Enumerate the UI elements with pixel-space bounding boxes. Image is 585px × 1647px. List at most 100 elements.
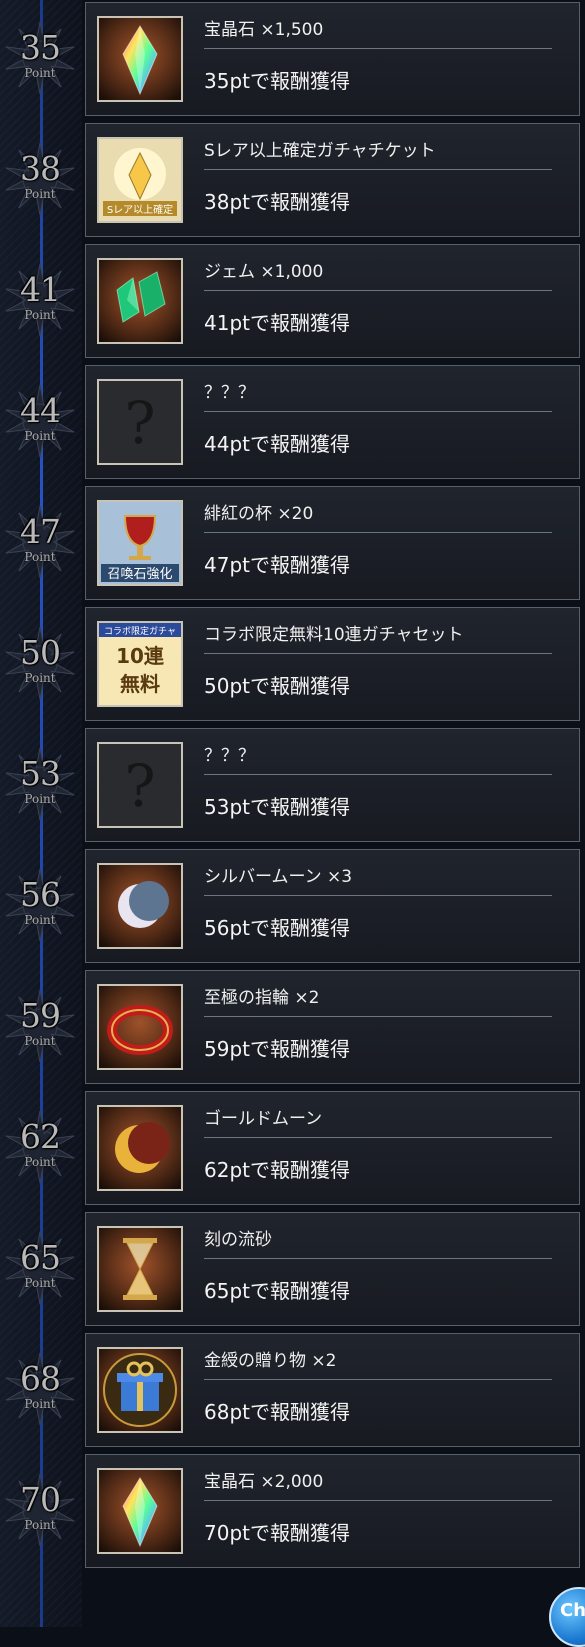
divider [204,1379,552,1380]
reward-card: 宝晶石 ×1,500 35ptで報酬獲得 [85,2,580,116]
reward-condition: 47ptで報酬獲得 [204,553,350,577]
chat-button-label: Ch [560,1600,585,1621]
reward-name: 刻の流砂 [204,1230,272,1250]
point-marker: 62 Point [4,1109,76,1189]
reward-card: ? ？？？ 53ptで報酬獲得 [85,728,580,842]
reward-thumbnail [97,258,183,344]
mystery-icon: ? [99,744,181,826]
reward-condition: 68ptで報酬獲得 [204,1400,350,1424]
point-unit-label: Point [24,1155,56,1169]
point-marker: 68 Point [4,1351,76,1431]
divider [204,1500,552,1501]
hourglass-icon [99,1228,181,1310]
reward-card: 至極の指輪 ×2 59ptで報酬獲得 [85,970,580,1084]
reward-name: コラボ限定無料10連ガチャセット [204,625,464,645]
reward-name: 宝晶石 ×1,500 [204,20,324,40]
reward-thumbnail: Sレア以上確定 [97,137,183,223]
divider [204,895,552,896]
divider [204,290,552,291]
reward-card: 召喚石強化 緋紅の杯 ×20 47ptで報酬獲得 [85,486,580,600]
reward-thumbnail: コラボ限定ガチャ 10連 無料 [97,621,183,707]
point-number: 68 [20,1359,61,1398]
crystal-icon [99,1470,181,1552]
reward-card: ? ？？？ 44ptで報酬獲得 [85,365,580,479]
point-unit-label: Point [24,429,56,443]
reward-row: 41 Point ジェム ×1,000 41ptで報酬獲得 [0,242,585,360]
point-number: 65 [20,1238,61,1277]
silver-moon-icon [99,865,181,947]
reward-name: 至極の指輪 ×2 [204,988,320,1008]
point-marker: 41 Point [4,262,76,342]
point-marker: 59 Point [4,988,76,1068]
gift-box-icon [99,1349,181,1431]
divider [204,411,552,412]
point-unit-label: Point [24,66,56,80]
crimson-chalice-icon: 召喚石強化 [99,502,181,584]
point-unit-label: Point [24,913,56,927]
s-rare-ticket-icon: Sレア以上確定 [99,139,181,221]
divider [204,532,552,533]
reward-thumbnail [97,863,183,949]
reward-name: 金綬の贈り物 ×2 [204,1351,337,1371]
reward-name: ？？？ [204,746,255,766]
reward-name: ゴールドムーン [204,1109,323,1129]
divider [204,1016,552,1017]
reward-card: ジェム ×1,000 41ptで報酬獲得 [85,244,580,358]
reward-card: 宝晶石 ×2,000 70ptで報酬獲得 [85,1454,580,1568]
point-unit-label: Point [24,1034,56,1048]
point-unit-label: Point [24,550,56,564]
reward-condition: 44ptで報酬獲得 [204,432,350,456]
svg-text:10連: 10連 [116,644,165,668]
reward-row: 38 Point Sレア以上確定 Sレア以上確定ガチャチケット 38ptで報酬獲得 [0,121,585,239]
point-marker: 50 Point [4,625,76,705]
point-unit-label: Point [24,1518,56,1532]
point-unit-label: Point [24,1397,56,1411]
reward-thumbnail [97,1468,183,1554]
divider [204,653,552,654]
reward-name: 宝晶石 ×2,000 [204,1472,324,1492]
svg-text:?: ? [124,752,155,820]
reward-row: 56 Point シルバームーン ×3 56ptで報酬獲得 [0,847,585,965]
point-marker: 53 Point [4,746,76,826]
reward-row: 59 Point 至極の指輪 ×2 59ptで報酬獲得 [0,968,585,1086]
reward-row: 65 Point 刻の流砂 65ptで報酬獲得 [0,1210,585,1328]
divider [204,48,552,49]
reward-card: Sレア以上確定 Sレア以上確定ガチャチケット 38ptで報酬獲得 [85,123,580,237]
reward-condition: 35ptで報酬獲得 [204,69,350,93]
reward-condition: 38ptで報酬獲得 [204,190,350,214]
reward-condition: 56ptで報酬獲得 [204,916,350,940]
point-marker: 44 Point [4,383,76,463]
reward-row: 35 Point 宝晶石 ×1,500 35ptで報酬獲得 [0,0,585,118]
gem-icon [99,260,181,342]
svg-text:コラボ限定ガチャ: コラボ限定ガチャ [104,625,176,637]
reward-name: シルバームーン ×3 [204,867,353,887]
reward-row: 50 Point コラボ限定ガチャ 10連 無料 コラボ限定無料10連ガチャセット 50pt… [0,605,585,723]
point-unit-label: Point [24,792,56,806]
reward-condition: 70ptで報酬獲得 [204,1521,350,1545]
point-number: 59 [20,996,61,1035]
divider [204,1258,552,1259]
supreme-ring-icon [99,986,181,1068]
reward-thumbnail [97,1226,183,1312]
reward-name: 緋紅の杯 ×20 [204,504,314,524]
point-unit-label: Point [24,1276,56,1290]
reward-row: 68 Point 金綬の贈り物 ×2 68ptで報酬獲得 [0,1331,585,1449]
reward-card: ゴールドムーン 62ptで報酬獲得 [85,1091,580,1205]
point-marker: 56 Point [4,867,76,947]
collab-gacha-set-icon: コラボ限定ガチャ 10連無料 [99,623,181,705]
reward-name: Sレア以上確定ガチャチケット [204,141,436,161]
reward-condition: 50ptで報酬獲得 [204,674,350,698]
divider [204,774,552,775]
reward-row: 53 Point? ？？？ 53ptで報酬獲得 [0,726,585,844]
point-number: 56 [20,875,61,914]
reward-thumbnail [97,16,183,102]
reward-condition: 65ptで報酬獲得 [204,1279,350,1303]
point-unit-label: Point [24,671,56,685]
divider [204,169,552,170]
point-unit-label: Point [24,308,56,322]
point-unit-label: Point [24,187,56,201]
reward-name: ？？？ [204,383,255,403]
point-marker: 38 Point [4,141,76,221]
point-number: 62 [20,1117,61,1156]
reward-thumbnail [97,984,183,1070]
